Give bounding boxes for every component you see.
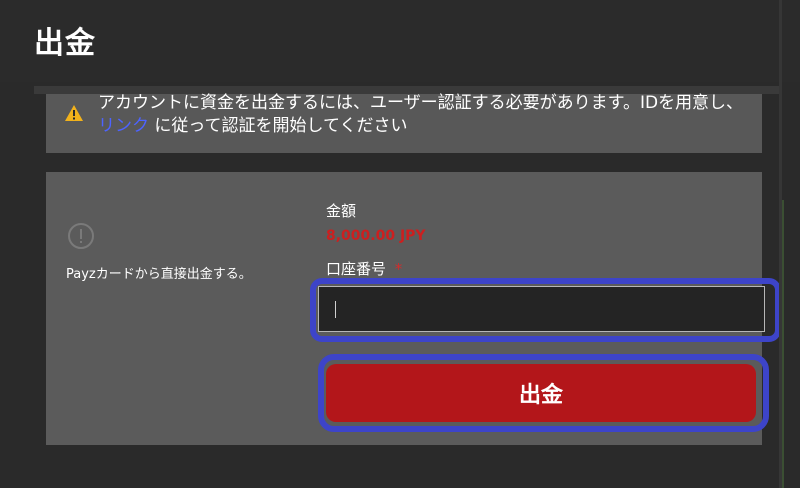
verification-link[interactable]: リンク bbox=[98, 116, 149, 136]
amount-value: 8,000.00 JPY bbox=[326, 228, 426, 244]
account-number-label-text: 口座番号 bbox=[326, 260, 387, 278]
page-title: 出金 bbox=[34, 26, 96, 61]
warning-icon bbox=[65, 105, 83, 121]
amount-label: 金額 bbox=[326, 202, 357, 220]
account-number-input[interactable] bbox=[318, 286, 765, 332]
warning-message: アカウントに資金を出金するには、ユーザー認証する必要があります。IDを用意し、 … bbox=[98, 92, 758, 138]
required-asterisk: * bbox=[394, 260, 403, 278]
payment-method-description: Payzカードから直接出金する。 bbox=[66, 267, 252, 282]
text-caret bbox=[335, 301, 336, 318]
account-number-label: 口座番号 * bbox=[326, 258, 402, 279]
withdraw-button[interactable]: 出金 bbox=[326, 364, 756, 422]
withdrawal-card: Payzカードから直接出金する。 金額 8,000.00 JPY 口座番号 * … bbox=[46, 172, 781, 445]
scrollbar-thumb[interactable] bbox=[782, 200, 784, 488]
warning-text-after: に従って認証を開始してください bbox=[154, 116, 408, 136]
page-header: 出金 bbox=[0, 0, 800, 82]
verification-warning: アカウントに資金を出金するには、ユーザー認証する必要があります。IDを用意し、 … bbox=[46, 92, 762, 153]
warning-text-before: アカウントに資金を出金するには、ユーザー認証する必要があります。IDを用意し、 bbox=[98, 93, 744, 113]
info-icon bbox=[68, 223, 94, 249]
